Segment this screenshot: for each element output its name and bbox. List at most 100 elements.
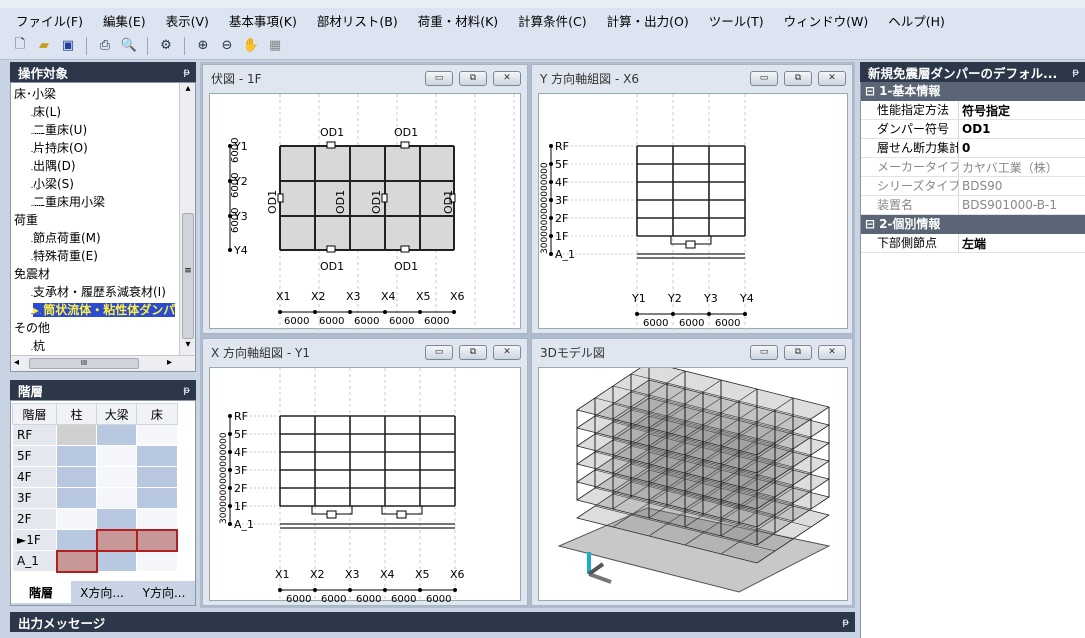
collapse-icon[interactable]: ⊟ [865,84,875,98]
tree-item[interactable]: 二重床(U) [11,121,179,139]
plan-window[interactable]: 伏図 - 1F ▭ ⧉ ✕ Y1 Y2 Y3 Y4 6000 6000 6000 OD1 OD1 OD… [202,64,528,334]
floor-cell[interactable] [96,550,138,572]
floor-tab-1[interactable]: X方向... [71,581,133,603]
xframe-window[interactable]: X 方向軸組図 - Y1 ▭ ⧉ ✕ RF 5F 4F 3F 2F 1F A_1 30000000… [202,338,528,606]
floor-cell[interactable] [136,424,178,446]
model3d-canvas[interactable] [538,361,848,601]
prop-category[interactable]: ⊟ 2-個別情報 [861,215,1085,234]
menu-item-6[interactable]: 計算条件(C) [508,11,596,30]
floor-cell[interactable] [136,550,178,572]
damper-symbol[interactable] [326,510,337,519]
close-button[interactable]: ✕ [818,344,846,360]
model3d-window[interactable]: 3Dモデル図 ▭ ⧉ ✕ [531,338,853,606]
prop-category[interactable]: ⊟ 1-基本情報 [861,82,1085,101]
prop-value[interactable]: BDS90 [959,179,1002,193]
floor-row[interactable]: 2F [11,508,178,530]
minimize-button[interactable]: ▭ [425,70,453,86]
grid-icon[interactable]: ▦ [265,36,285,56]
prop-row[interactable]: 性能指定方法 符号指定 [861,101,1085,120]
damper-symbol[interactable] [400,141,410,149]
floor-row[interactable]: 3F [11,487,178,509]
floor-cell[interactable] [56,466,98,488]
damper-symbol[interactable] [326,141,336,149]
floor-cell[interactable] [96,508,138,530]
prop-row[interactable]: 層せん断力集計 0 [861,139,1085,158]
floor-cell[interactable] [96,424,138,446]
menu-item-3[interactable]: 基本事項(K) [219,11,307,30]
minimize-button[interactable]: ▭ [425,344,453,360]
floor-cell[interactable] [56,529,98,551]
tree-item[interactable]: 特殊荷重(E) [11,247,179,265]
damper-symbol[interactable] [326,245,336,253]
prop-row[interactable]: 下部側節点 左端 [861,234,1085,253]
scroll-up-icon[interactable]: ▴ [180,83,196,99]
pin-icon[interactable]: ᵽ [183,385,190,396]
menu-item-0[interactable]: ファイル(F) [6,11,93,30]
floor-cell[interactable] [95,528,138,552]
prop-value[interactable]: 0 [959,141,970,155]
floor-cell[interactable] [136,466,178,488]
tree-horizontal-scrollbar[interactable]: ◂ III ▸ [11,355,195,371]
tree-item[interactable]: 床(L) [11,103,179,121]
floor-cell[interactable] [56,508,98,530]
pin-icon[interactable]: ᵽ [1072,67,1079,78]
prop-row[interactable]: ダンパー符号 OD1 [861,120,1085,139]
pan-hand-icon[interactable]: ✋ [241,36,261,56]
floor-cell[interactable] [96,487,138,509]
open-folder-icon[interactable]: ▰ [34,36,54,56]
floor-row[interactable]: 5F [11,445,178,467]
tree-item[interactable]: 免震材 [11,265,179,283]
floor-cell[interactable] [56,445,98,467]
tree-item[interactable]: その他 [11,319,179,337]
damper-symbol[interactable] [396,510,407,519]
damper-symbol[interactable] [685,240,696,249]
floor-cell[interactable] [55,549,98,573]
tree-item[interactable]: 床･小梁 [11,85,179,103]
zoom-out-icon[interactable]: ⊖ [217,36,237,56]
close-button[interactable]: ✕ [818,70,846,86]
yframe-canvas[interactable]: RF 5F 4F 3F 2F 1F A_1 3000000000000000 Y1 Y2 Y3 Y4 6… [538,93,848,330]
floor-row[interactable]: RF [11,424,178,446]
tree-item[interactable]: 出隅(D) [11,157,179,175]
floor-cell[interactable] [136,508,178,530]
scroll-down-icon[interactable]: ▾ [180,339,196,355]
prop-value[interactable]: 左端 [959,235,986,252]
hscroll-thumb[interactable]: III [29,358,139,369]
floor-cell[interactable] [136,487,178,509]
menu-item-9[interactable]: ウィンドウ(W) [774,11,879,30]
minimize-button[interactable]: ▭ [750,344,778,360]
pin-icon[interactable]: ᵽ [842,617,849,628]
pin-icon[interactable]: ᵽ [183,67,190,78]
restore-button[interactable]: ⧉ [784,344,812,360]
floor-row[interactable]: A_1 [11,549,178,573]
print-icon[interactable]: ⎙ [95,36,115,56]
zoom-in-icon[interactable]: ⊕ [193,36,213,56]
floor-cell[interactable] [136,445,178,467]
close-button[interactable]: ✕ [493,70,521,86]
menu-item-5[interactable]: 荷重・材料(K) [408,11,508,30]
floor-tab-0[interactable]: 階層 [11,581,71,603]
floor-row[interactable]: 4F [11,466,178,488]
floor-cell[interactable] [135,528,179,552]
tree-vertical-scrollbar[interactable]: ▴ ≡ ▾ [179,83,195,355]
menu-item-4[interactable]: 部材リスト(B) [307,11,408,30]
new-file-icon[interactable]: 🗋 [10,36,30,56]
close-button[interactable]: ✕ [493,344,521,360]
menu-item-7[interactable]: 計算・出力(O) [597,11,699,30]
menu-item-10[interactable]: ヘルプ(H) [878,11,955,30]
tree-item[interactable]: 杭 [11,337,179,355]
yframe-window[interactable]: Y 方向軸組図 - X6 ▭ ⧉ ✕ RF 5F 4F 3F 2F 1F A_1 30000000… [531,64,853,334]
collapse-icon[interactable]: ⊟ [865,217,875,231]
scroll-thumb[interactable]: ≡ [182,213,194,339]
floor-cell[interactable] [56,424,98,446]
tree-item[interactable]: 節点荷重(M) [11,229,179,247]
prop-row[interactable]: 装置名 BDS901000-B-1 [861,196,1085,215]
plan-canvas[interactable]: Y1 Y2 Y3 Y4 6000 6000 6000 OD1 OD1 OD1 OD1 OD1 OD1 OD… [209,93,521,330]
menu-item-8[interactable]: ツール(T) [699,11,774,30]
restore-button[interactable]: ⧉ [784,70,812,86]
restore-button[interactable]: ⧉ [459,70,487,86]
floor-cell[interactable] [96,466,138,488]
prop-value[interactable]: 符号指定 [959,102,1010,119]
tree-item[interactable]: 荷重 [11,211,179,229]
print-preview-icon[interactable]: 🔍 [119,36,139,56]
